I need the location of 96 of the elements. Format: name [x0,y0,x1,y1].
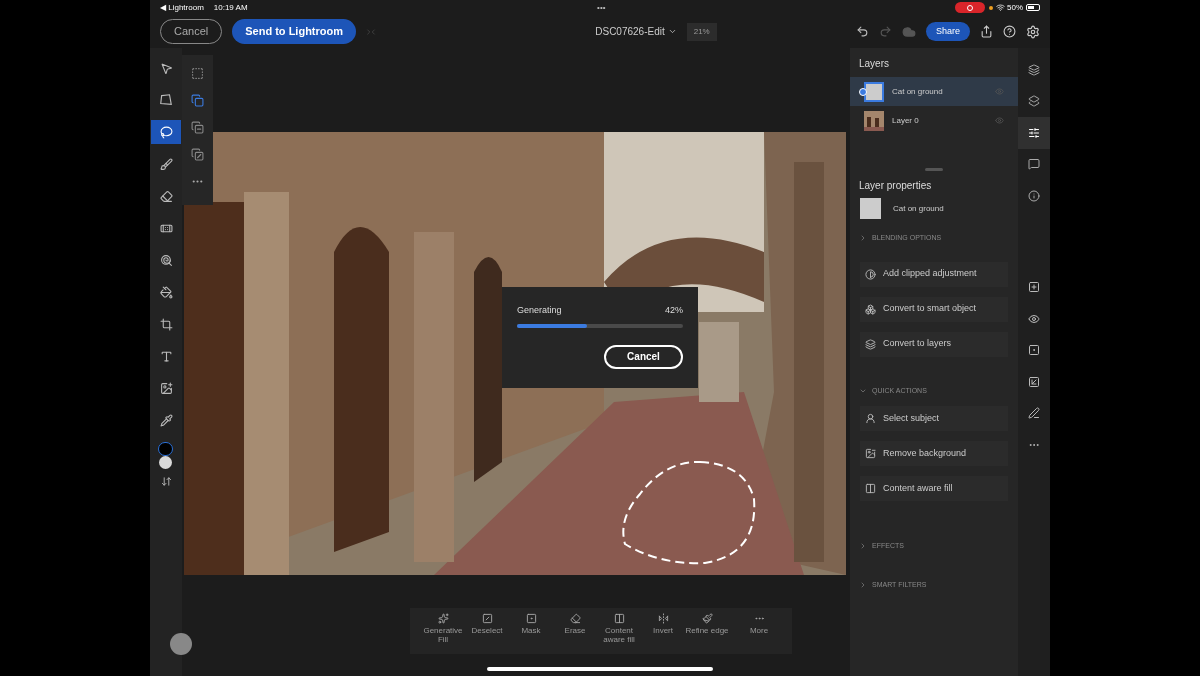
recording-indicator [955,2,985,13]
brush-icon [159,157,173,171]
deselect-icon [481,613,493,624]
selection-mode-button[interactable] [191,121,204,134]
zoom-level[interactable]: 21% [686,22,717,41]
mask-icon [525,613,537,624]
toolbar-button[interactable]: Erase [553,613,597,654]
floating-button[interactable] [170,633,192,655]
action-button[interactable]: Convert to layers [860,331,1008,357]
comment-icon [1028,158,1040,171]
paint-bucket-icon [159,285,173,299]
half-circle-icon [865,268,876,280]
chevron-icon [667,27,677,36]
add-selection-icon [191,94,204,107]
swap-icon[interactable] [160,476,172,487]
layer-row[interactable]: Cat on ground [850,77,1018,106]
layer-thumbnail [860,198,881,219]
back-link[interactable]: ◀ Lightroom [160,1,204,14]
panel-title: Layer properties [858,179,933,193]
action-button[interactable]: Content aware fill [860,476,1008,501]
info-icon [1028,189,1040,202]
battery-level: 50% [1007,1,1023,14]
layer-name: Cat on ground [893,202,944,215]
eraser-icon [159,189,173,203]
settings-icon[interactable] [1026,24,1040,39]
dashed-square-icon [191,67,204,80]
share-button[interactable]: Share [925,22,970,41]
panel-tab[interactable] [1018,117,1050,149]
panel-resize-handle[interactable] [925,168,943,171]
clock-time: 10:19 AM [213,1,248,14]
chevron-icon [859,234,867,243]
brush-icon [701,613,713,624]
invert-icon [657,613,669,624]
eye-icon [1028,312,1040,325]
intersect-selection-icon [191,148,204,161]
layer-name: Layer 0 [892,114,920,127]
layer-row[interactable]: Layer 0 [850,106,1018,135]
selected-badge [859,87,867,96]
progress-label: Generating [517,304,562,317]
eraser-icon [569,613,581,624]
transform-icon [159,93,173,107]
help-icon[interactable] [1003,25,1016,38]
panel-title: Layers [858,57,890,71]
layer-thumbnail [864,110,884,131]
crop-icon [159,317,173,331]
person-icon [865,413,876,424]
send-to-lightroom-button[interactable]: Send to Lightroom [232,19,356,44]
subtract-selection-icon [191,121,204,134]
action-button[interactable]: Remove background [860,441,1008,466]
layer-thumbnail [864,81,884,102]
selection-mode-button[interactable] [191,148,204,161]
multitask-dots[interactable]: ••• [597,1,606,14]
lollipop-icon [159,253,173,267]
selection-mode-button[interactable] [191,94,204,107]
type-icon [159,349,173,363]
progress-percent: 42% [665,304,683,317]
toolbar-button[interactable]: Deselect [465,613,509,654]
add-icon [1028,281,1040,294]
image-plus-icon [159,381,173,395]
foreground-color-swatch[interactable] [158,442,173,456]
undo-icon[interactable] [855,25,869,38]
columns-icon [613,613,625,624]
toolbar-button[interactable]: More [737,613,781,654]
sparkle-icon [437,613,449,624]
layer-stack-icon [1028,95,1040,108]
lasso-icon [159,125,173,139]
toolbar-button[interactable]: Refine edge [685,613,729,654]
document-title[interactable]: DSC07626-Edit [595,24,677,39]
columns-icon [865,483,876,494]
chevron-icon [859,580,867,589]
share-icon[interactable] [980,25,993,38]
toolbar-button[interactable]: Invert [641,613,685,654]
toolbar-button[interactable]: Mask [509,613,553,654]
image-icon [865,448,876,459]
tool-button[interactable] [151,120,181,144]
layer-name: Cat on ground [892,85,944,98]
battery-icon [1026,4,1040,11]
background-color-swatch[interactable] [159,456,172,469]
toolbar-button[interactable]: Content aware fill [597,613,641,654]
pen-icon [1028,407,1040,420]
wifi-icon [996,3,1005,12]
pointer-icon [159,61,173,75]
action-button[interactable]: Add clipped adjustment [860,261,1008,287]
arrange-icon [1028,375,1040,388]
mask-icon [1028,344,1040,357]
action-button[interactable]: Convert to smart object [860,296,1008,322]
toolbar-button[interactable]: Generative Fill [421,613,465,654]
smart-object-icon [865,303,876,315]
sliders-icon [1028,126,1040,139]
eyedropper-icon [159,413,173,427]
cancel-button[interactable]: Cancel [604,344,683,369]
action-button[interactable]: Select subject [860,406,1008,431]
selection-mode-button[interactable] [191,67,204,80]
layers-icon [1028,63,1040,76]
chevron-icon [859,542,867,551]
layers-icon [865,338,876,350]
